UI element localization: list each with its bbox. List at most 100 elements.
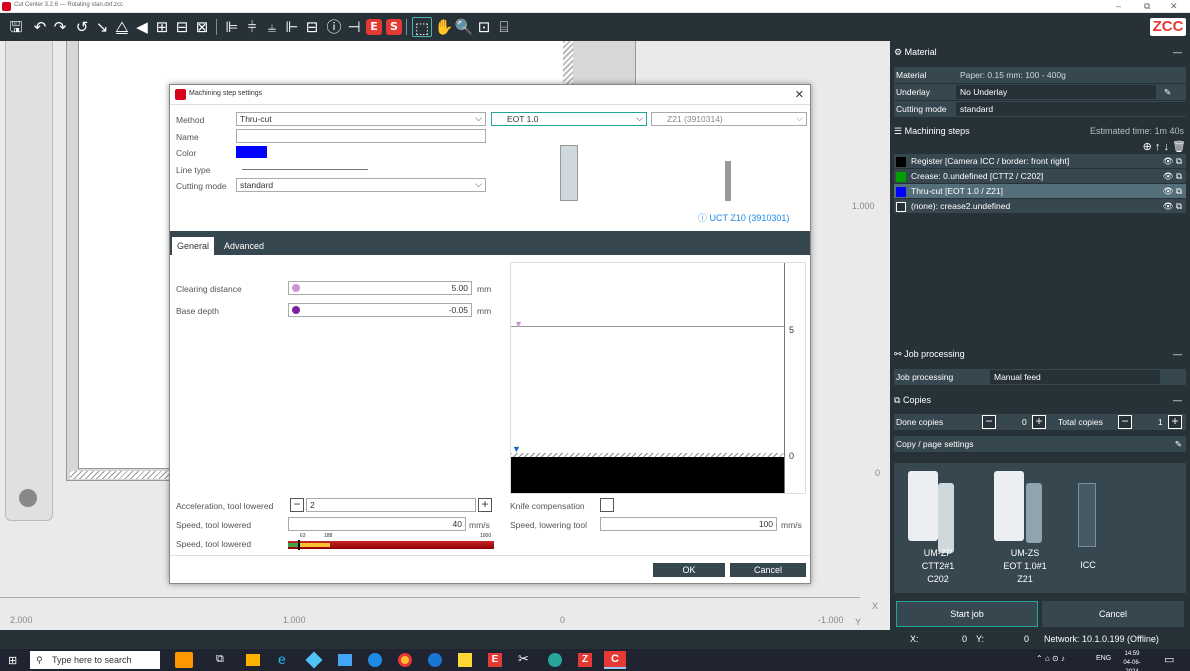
rotate-icon[interactable]: ↺ [72, 17, 92, 37]
step-row[interactable]: Thru-cut [EOT 1.0 / Z21] 👁 ⧉ [894, 184, 1186, 198]
task-view-icon[interactable]: ⧉ [216, 653, 224, 666]
edit-icon[interactable]: ✎ [1164, 84, 1171, 100]
zoom-icon[interactable]: 🔍 [454, 17, 474, 37]
base-input[interactable]: -0.05 [288, 303, 472, 317]
weather-icon[interactable] [175, 652, 193, 668]
job-select[interactable]: Manual feed [990, 370, 1160, 384]
align-center-icon[interactable]: ⫩ [242, 17, 262, 37]
tool2-select[interactable]: Z21 (3910314) ⌵ [651, 112, 807, 126]
plus-button[interactable]: + [1032, 415, 1046, 429]
material-value[interactable]: Paper: 0.15 mm: 100 - 400g [956, 68, 1186, 82]
color-swatch[interactable] [236, 146, 267, 158]
maximize-icon[interactable]: ⧉ [1144, 1, 1150, 12]
knife-checkbox[interactable] [600, 498, 614, 512]
windows-start-icon[interactable]: ⊞ [8, 654, 17, 667]
total-copies-value[interactable]: 1 [1158, 414, 1163, 430]
clearing-input[interactable]: 5.00 [288, 281, 472, 295]
speed-lower-input[interactable]: 100 [600, 517, 777, 531]
distribute-icon[interactable]: ⊩ [282, 17, 302, 37]
group-icon[interactable]: ⊞ [152, 17, 172, 37]
align-left-icon[interactable]: ⊫ [222, 17, 242, 37]
tool-icc[interactable] [1078, 483, 1096, 547]
tab-general[interactable]: General [172, 237, 214, 255]
file-explorer-icon[interactable] [246, 654, 260, 666]
minus-button[interactable]: − [290, 498, 304, 512]
tool-um-zp[interactable] [908, 471, 938, 541]
speed-bar[interactable]: 63 188 1000 [288, 533, 494, 550]
space-icon[interactable]: ⊟ [302, 17, 322, 37]
start-job-button[interactable]: Start job [896, 601, 1038, 627]
app-icon[interactable] [305, 651, 323, 669]
ok-button[interactable]: OK [653, 563, 725, 577]
uct-link[interactable]: ⓘ UCT Z10 (3910301) [698, 211, 789, 224]
collapse-icon[interactable]: — [1173, 395, 1182, 405]
delete-icon[interactable]: 🗑 [1172, 141, 1186, 153]
app-icon[interactable]: ✂ [518, 651, 529, 667]
zoom-page-icon[interactable]: ⌸ [494, 17, 514, 37]
linetype-line[interactable] [242, 169, 368, 170]
save-icon[interactable]: 🖫 [6, 17, 26, 37]
method-select[interactable]: Thru-cut ⌵ [236, 112, 486, 126]
zoom-fit-icon[interactable]: ⊡ [474, 17, 494, 37]
redo-icon[interactable]: ↷ [50, 17, 70, 37]
notification-icon[interactable]: ▭ [1164, 653, 1174, 666]
clock[interactable]: 14:5904-06-2024 [1118, 650, 1146, 671]
cutmode-select[interactable]: standard ⌵ [236, 178, 486, 192]
pan-hand-icon[interactable]: ✋ [434, 17, 454, 37]
edge-icon[interactable]: e [278, 651, 286, 667]
app-icon[interactable] [548, 653, 562, 667]
step-row[interactable]: Crease: 0.undefined [CTT2 / C202] 👁 ⧉ [894, 169, 1186, 183]
app-icon[interactable] [428, 653, 442, 667]
tab-advanced[interactable]: Advanced [220, 237, 268, 255]
name-input[interactable] [236, 129, 486, 143]
ungroup-icon[interactable]: ⊟ [172, 17, 192, 37]
zcc-app-icon[interactable]: Z [578, 653, 592, 667]
taskbar-search[interactable]: ⚲ Type here to search [30, 651, 160, 669]
notes-icon[interactable] [458, 653, 472, 667]
language-indicator[interactable]: ENG [1096, 655, 1111, 662]
align-bottom-icon[interactable]: ⫨ [262, 17, 282, 37]
visibility-icon[interactable]: 👁 ⧉ [1163, 199, 1182, 213]
down-icon[interactable]: ↓ [1163, 141, 1169, 153]
minimize-icon[interactable]: – [1116, 1, 1121, 11]
visibility-icon[interactable]: 👁 ⧉ [1163, 154, 1182, 168]
skew-icon[interactable]: ↘ [92, 17, 112, 37]
mirror-icon[interactable]: ⧋ [112, 17, 132, 37]
cutting-mode-select[interactable]: standard [956, 102, 1186, 116]
step-row[interactable]: (none): crease2.undefined 👁 ⧉ [894, 199, 1186, 213]
calculator-icon[interactable] [338, 654, 352, 666]
visibility-icon[interactable]: 👁 ⧉ [1163, 169, 1182, 183]
e-tool-icon[interactable]: E [366, 19, 382, 35]
info-icon[interactable]: ⓘ [324, 17, 344, 37]
collapse-icon[interactable]: — [1173, 47, 1182, 57]
weld-icon[interactable]: ⊠ [192, 17, 212, 37]
select-tool-icon[interactable]: ⬚ [412, 17, 432, 37]
collapse-icon[interactable]: — [1173, 349, 1182, 359]
underlay-select[interactable]: No Underlay [956, 85, 1156, 99]
undo-icon[interactable]: ↶ [30, 17, 50, 37]
close-icon[interactable]: ✕ [795, 88, 804, 101]
speed-input[interactable]: 40 [288, 517, 466, 531]
plus-button[interactable]: + [1168, 415, 1182, 429]
tool-select[interactable]: EOT 1.0 ⌵ [491, 112, 647, 126]
add-step-icon[interactable]: ⊕ [1143, 141, 1152, 153]
page-settings-row[interactable]: Copy / page settings ✎ [894, 436, 1186, 452]
close-window-icon[interactable]: ✕ [1170, 1, 1178, 12]
app-icon[interactable] [368, 653, 382, 667]
e-app-icon[interactable]: E [488, 653, 502, 667]
edit-icon[interactable]: ✎ [1175, 436, 1182, 452]
plus-button[interactable]: + [478, 498, 492, 512]
step-row[interactable]: Register [Camera ICC / border: front rig… [894, 154, 1186, 168]
visibility-icon[interactable]: 👁 ⧉ [1163, 184, 1182, 198]
flip-icon[interactable]: ◀ [132, 17, 152, 37]
cancel-button[interactable]: Cancel [730, 563, 806, 577]
minus-button[interactable]: − [1118, 415, 1132, 429]
cancel-job-button[interactable]: Cancel [1042, 601, 1184, 627]
minus-button[interactable]: − [982, 415, 996, 429]
tray-icons[interactable]: ⌃ ⌂ ⊙ ♪ [1036, 654, 1065, 663]
path-icon[interactable]: ⊣ [344, 17, 364, 37]
done-copies-value[interactable]: 0 [1022, 414, 1027, 430]
chrome-icon[interactable] [398, 653, 412, 667]
up-icon[interactable]: ↑ [1155, 141, 1161, 153]
material-header[interactable]: ⚙ Material — [894, 47, 1186, 61]
